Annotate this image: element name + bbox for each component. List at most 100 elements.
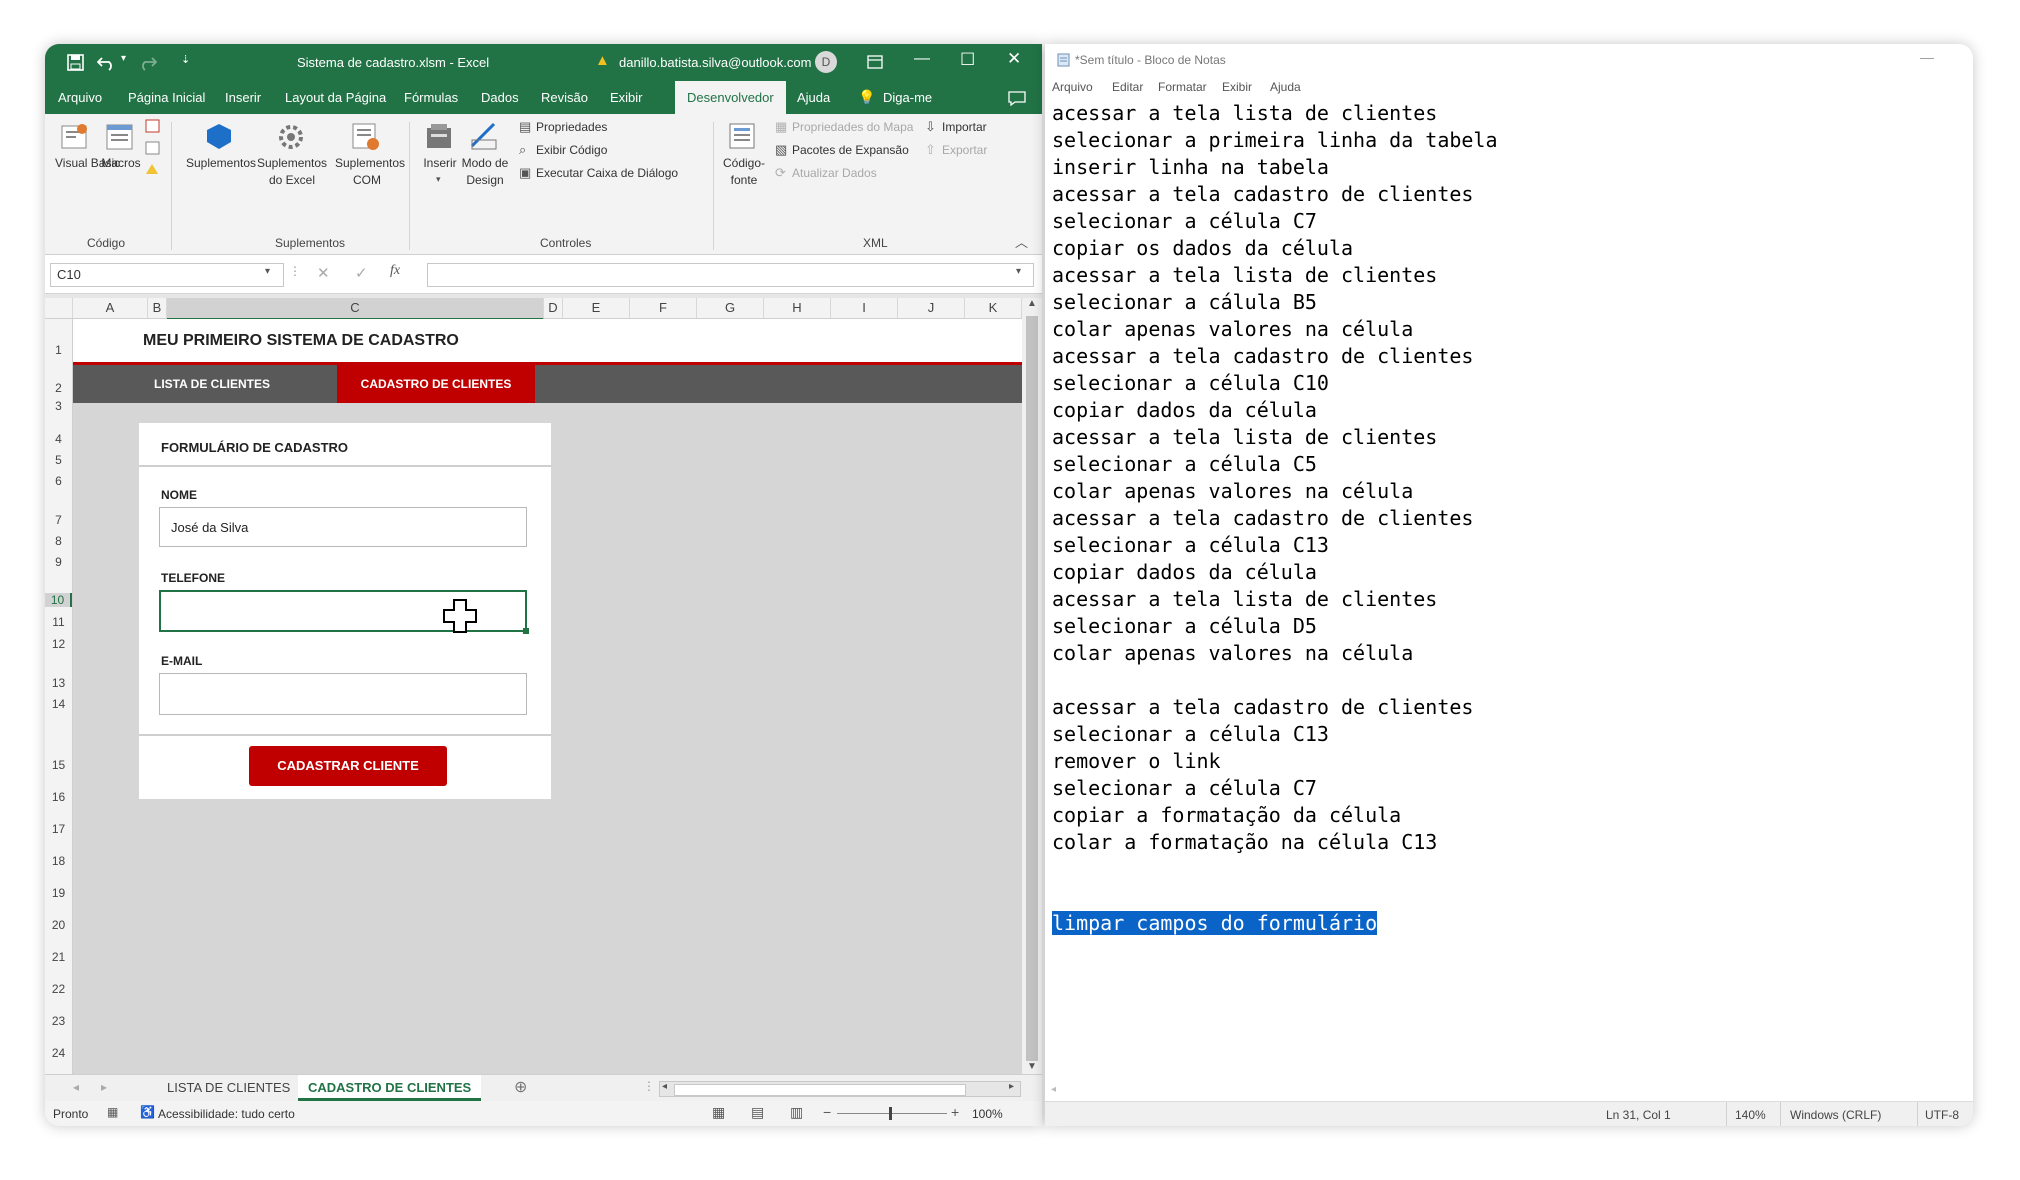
- save-icon[interactable]: [67, 54, 84, 71]
- properties-button[interactable]: Propriedades: [536, 118, 607, 136]
- row-header[interactable]: 13: [45, 676, 72, 690]
- tab-prev-icon[interactable]: ◂: [73, 1080, 79, 1094]
- menu-editar[interactable]: Editar: [1112, 80, 1143, 94]
- tab-exibir[interactable]: Exibir: [610, 81, 643, 114]
- expand-formula-icon[interactable]: ▾: [1016, 266, 1021, 277]
- row-header[interactable]: 21: [45, 950, 72, 964]
- worksheet[interactable]: MEU PRIMEIRO SISTEMA DE CADASTRO LISTA D…: [73, 319, 1022, 1114]
- row-header[interactable]: 6: [45, 474, 72, 488]
- visual-basic-button[interactable]: Visual Basic: [55, 155, 120, 172]
- cancel-icon[interactable]: ✕: [317, 264, 330, 282]
- tab-revisao[interactable]: Revisão: [541, 81, 588, 114]
- nav-lista-clientes[interactable]: LISTA DE CLIENTES: [133, 365, 291, 403]
- tab-splitter-icon[interactable]: ⋮: [643, 1079, 655, 1093]
- column-header[interactable]: B: [148, 298, 167, 318]
- zoom-level[interactable]: 100%: [972, 1107, 1003, 1121]
- horizontal-scrollbar[interactable]: ◂ ▸: [659, 1081, 1021, 1097]
- tab-pagina-inicial[interactable]: Página Inicial: [128, 81, 205, 114]
- run-dialog-button[interactable]: Executar Caixa de Diálogo: [536, 164, 678, 182]
- nome-field[interactable]: José da Silva: [159, 507, 527, 547]
- tab-arquivo[interactable]: Arquivo: [58, 81, 102, 114]
- row-header[interactable]: 18: [45, 854, 72, 868]
- cadastrar-cliente-button[interactable]: CADASTRAR CLIENTE: [249, 746, 447, 786]
- tab-next-icon[interactable]: ▸: [101, 1080, 107, 1094]
- column-header[interactable]: C: [167, 298, 544, 320]
- excel-addins-button[interactable]: Suplementos do Excel: [257, 155, 327, 189]
- redo-icon[interactable]: [137, 54, 157, 71]
- expansion-packs-button[interactable]: Pacotes de Expansão: [792, 141, 909, 159]
- customize-toolbar-icon[interactable]: ⇣: [181, 53, 190, 66]
- zoom-slider[interactable]: [837, 1113, 947, 1114]
- menu-exibir[interactable]: Exibir: [1222, 80, 1252, 94]
- row-header[interactable]: 8: [45, 534, 72, 548]
- name-box[interactable]: C10 ▾: [50, 263, 284, 287]
- tab-inserir[interactable]: Inserir: [225, 81, 261, 114]
- add-sheet-icon[interactable]: ⊕: [514, 1077, 527, 1097]
- row-header[interactable]: 12: [45, 637, 72, 651]
- column-header[interactable]: E: [563, 298, 630, 318]
- refresh-data-button[interactable]: Atualizar Dados: [792, 164, 877, 182]
- ribbon-display-icon[interactable]: [867, 55, 883, 69]
- zoom-out-icon[interactable]: −: [823, 1104, 831, 1120]
- scroll-up-icon[interactable]: ▲: [1027, 298, 1037, 309]
- row-header[interactable]: 23: [45, 1014, 72, 1028]
- macro-record-icon[interactable]: ▦: [107, 1105, 118, 1119]
- maximize-icon[interactable]: ☐: [960, 50, 975, 70]
- row-header[interactable]: 14: [45, 697, 72, 711]
- row-header[interactable]: 20: [45, 918, 72, 932]
- row-header[interactable]: 17: [45, 822, 72, 836]
- sheet-tab-lista[interactable]: LISTA DE CLIENTES: [157, 1075, 300, 1101]
- enter-icon[interactable]: ✓: [355, 264, 368, 282]
- row-header[interactable]: 16: [45, 790, 72, 804]
- nav-cadastro-clientes[interactable]: CADASTRO DE CLIENTES: [337, 365, 535, 403]
- minimize-icon[interactable]: —: [1920, 49, 1934, 65]
- row-header[interactable]: 2: [45, 381, 72, 395]
- com-addins-button[interactable]: Suplementos COM: [335, 155, 405, 189]
- menu-arquivo[interactable]: Arquivo: [1052, 80, 1093, 94]
- map-properties-button[interactable]: Propriedades do Mapa: [792, 118, 913, 136]
- tab-ajuda[interactable]: Ajuda: [797, 81, 830, 114]
- column-header[interactable]: A: [73, 298, 148, 318]
- column-header[interactable]: K: [965, 298, 1022, 318]
- row-header[interactable]: 7: [45, 513, 72, 527]
- selected-text[interactable]: limpar campos do formulário: [1052, 911, 1378, 935]
- row-header[interactable]: 22: [45, 982, 72, 996]
- fill-handle[interactable]: [523, 628, 529, 634]
- row-header[interactable]: 24: [45, 1046, 72, 1060]
- close-icon[interactable]: ✕: [1007, 49, 1021, 69]
- warning-icon[interactable]: ▲: [595, 52, 610, 69]
- comments-icon[interactable]: [1008, 91, 1026, 106]
- row-header[interactable]: 1: [45, 343, 72, 357]
- page-break-icon[interactable]: ▥: [790, 1104, 803, 1121]
- hscroll-thumb[interactable]: [674, 1084, 966, 1096]
- email-field[interactable]: [159, 673, 527, 715]
- row-header[interactable]: 4: [45, 432, 72, 446]
- tab-desenvolvedor[interactable]: Desenvolvedor: [675, 81, 786, 114]
- macro-security-icons[interactable]: [145, 118, 161, 178]
- row-header[interactable]: 10: [45, 593, 72, 607]
- vertical-scrollbar[interactable]: ▲ ▼: [1022, 298, 1042, 1118]
- tell-me-search[interactable]: Diga-me: [883, 81, 932, 114]
- page-layout-icon[interactable]: ▤: [751, 1104, 764, 1121]
- zoom-in-icon[interactable]: +: [951, 1104, 959, 1120]
- column-header[interactable]: F: [630, 298, 697, 318]
- undo-icon[interactable]: [97, 54, 117, 71]
- row-header[interactable]: 5: [45, 453, 72, 467]
- design-mode-button[interactable]: Modo de Design: [458, 155, 512, 189]
- scroll-thumb[interactable]: [1026, 316, 1038, 1061]
- tab-dados[interactable]: Dados: [481, 81, 519, 114]
- notepad-text-area[interactable]: acessar a tela lista de clientes selecio…: [1052, 100, 1952, 1100]
- formula-input[interactable]: ▾: [427, 263, 1034, 287]
- column-header[interactable]: I: [831, 298, 898, 318]
- row-header[interactable]: 19: [45, 886, 72, 900]
- export-button[interactable]: Exportar: [942, 141, 987, 159]
- insert-function-icon[interactable]: fx: [390, 263, 400, 279]
- menu-ajuda[interactable]: Ajuda: [1270, 80, 1301, 94]
- suplementos-button[interactable]: Suplementos: [180, 155, 262, 172]
- column-header[interactable]: D: [544, 298, 563, 318]
- scroll-right-icon[interactable]: ▸: [1009, 1081, 1014, 1092]
- avatar[interactable]: D: [815, 51, 837, 73]
- collapse-ribbon-icon[interactable]: ︿: [1015, 232, 1028, 251]
- column-header[interactable]: G: [697, 298, 764, 318]
- column-header[interactable]: J: [898, 298, 965, 318]
